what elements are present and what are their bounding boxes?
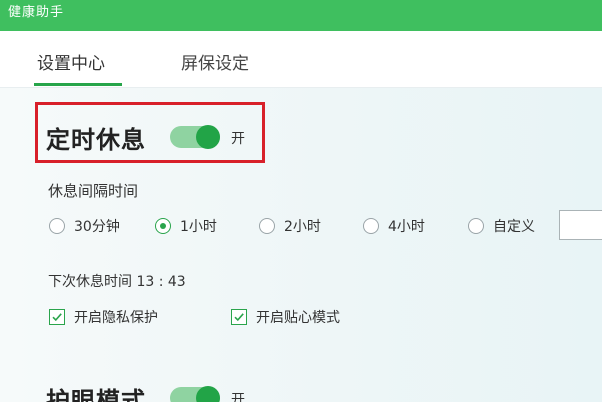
eye-toggle[interactable] <box>170 386 220 402</box>
checkbox-box <box>49 309 65 325</box>
radio-circle <box>363 218 379 234</box>
eye-toggle-label: 开 <box>231 392 245 402</box>
toggle-knob <box>196 386 220 402</box>
checkbox-caring-mode[interactable]: 开启贴心模式 <box>231 307 340 327</box>
radio-label: 1小时 <box>180 219 217 235</box>
interval-label: 休息间隔时间 <box>48 182 139 200</box>
radio-4hours[interactable]: 4小时 <box>363 216 425 236</box>
checkbox-box <box>231 309 247 325</box>
eye-section-title: 护眼模式 <box>46 387 146 402</box>
radio-label: 30分钟 <box>74 219 120 235</box>
checkbox-label: 开启隐私保护 <box>74 310 158 326</box>
radio-label: 自定义 <box>493 219 535 235</box>
radio-30min[interactable]: 30分钟 <box>49 216 120 236</box>
tab-settings-center[interactable]: 设置中心 <box>37 49 105 74</box>
radio-circle <box>259 218 275 234</box>
radio-circle <box>49 218 65 234</box>
checkbox-privacy-protection[interactable]: 开启隐私保护 <box>49 307 158 327</box>
tab-screensaver-settings[interactable]: 屏保设定 <box>181 49 249 74</box>
radio-label: 4小时 <box>388 219 425 235</box>
custom-interval-input[interactable] <box>559 210 602 240</box>
radio-circle <box>468 218 484 234</box>
radio-1hour[interactable]: 1小时 <box>155 216 217 236</box>
settings-panel: 定时休息 开 休息间隔时间 30分钟 1小时 2小时 4小时 自定义 下次休息时… <box>0 88 602 402</box>
tab-bar: 设置中心 屏保设定 <box>0 31 602 88</box>
next-rest-time: 下次休息时间 13 : 43 <box>48 274 186 290</box>
check-icon <box>52 313 62 322</box>
rest-section-title: 定时休息 <box>46 126 146 154</box>
window-title: 健康助手 <box>8 5 65 20</box>
check-icon <box>234 313 244 322</box>
rest-toggle-label: 开 <box>231 131 245 147</box>
title-bar: 健康助手 <box>0 0 602 31</box>
radio-label: 2小时 <box>284 219 321 235</box>
toggle-knob <box>196 125 220 149</box>
radio-circle-checked <box>155 218 171 234</box>
active-tab-indicator <box>34 83 122 86</box>
rest-toggle[interactable] <box>170 125 220 149</box>
checkbox-label: 开启贴心模式 <box>256 310 340 326</box>
radio-2hours[interactable]: 2小时 <box>259 216 321 236</box>
radio-custom[interactable]: 自定义 <box>468 216 535 236</box>
